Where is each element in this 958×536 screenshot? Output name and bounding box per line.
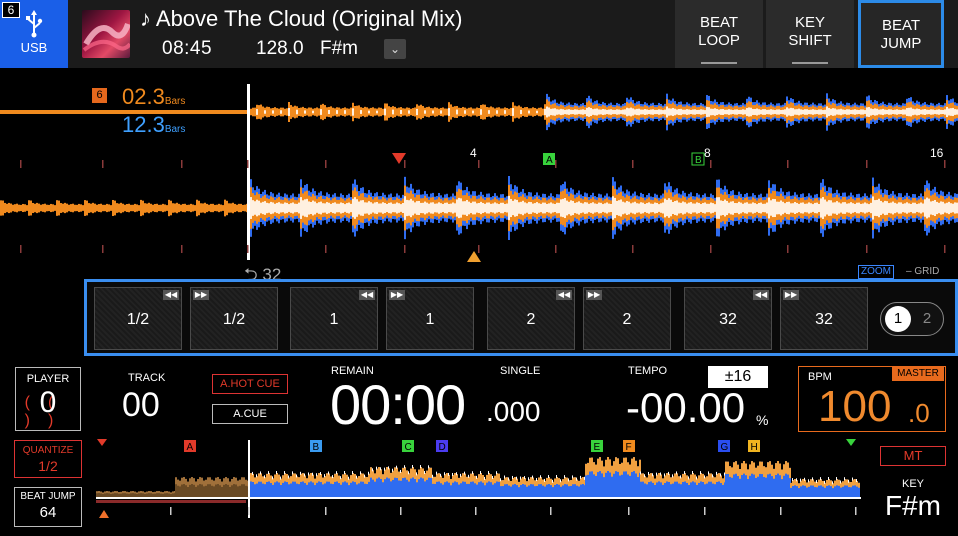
overview-tick <box>248 507 250 515</box>
memory-cue-marker <box>97 439 107 446</box>
overview-tick <box>780 507 782 515</box>
hot-cue-label: D <box>439 442 446 453</box>
overview-playhead <box>248 440 250 518</box>
overview-bars <box>96 457 860 497</box>
overview-tick <box>170 507 172 515</box>
hot-cue-label: F <box>626 442 632 453</box>
played-region <box>96 500 246 503</box>
overview-tick <box>400 507 402 515</box>
overview-tick <box>475 507 477 515</box>
hot-cue-label: G <box>721 442 729 453</box>
overview-tick <box>325 507 327 515</box>
overview-tick <box>704 507 706 515</box>
hot-cue-label: B <box>313 442 320 453</box>
cue-point-marker <box>99 510 109 518</box>
overview-tick <box>855 507 857 515</box>
overview-tick <box>550 507 552 515</box>
hot-cue-label: E <box>594 442 601 453</box>
hot-cue-label: H <box>751 442 758 453</box>
overview-baseline <box>96 497 861 499</box>
overview-waveform[interactable]: A B C D E F G H <box>0 0 958 536</box>
overview-tick <box>628 507 630 515</box>
end-marker <box>846 439 856 446</box>
hot-cue-label: A <box>187 442 194 453</box>
hot-cue-label: C <box>405 442 412 453</box>
